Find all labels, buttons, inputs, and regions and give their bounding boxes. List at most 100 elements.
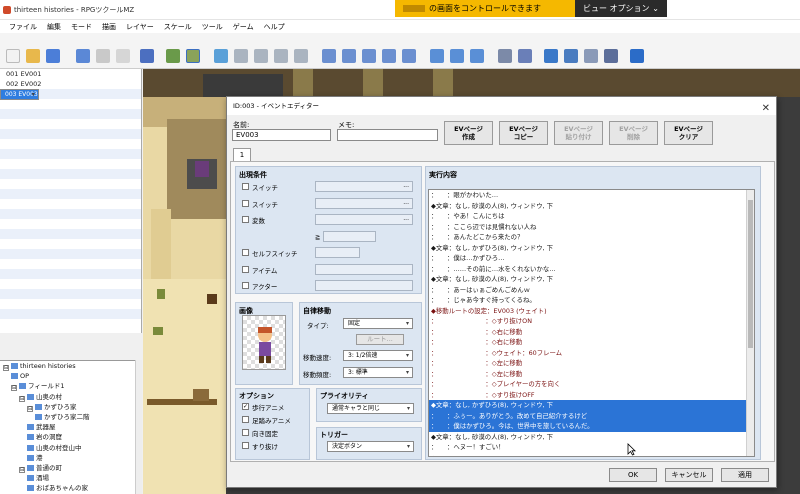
event-list-empty-row[interactable]: [0, 179, 141, 189]
event-list-item[interactable]: 002 EV002: [0, 79, 141, 89]
switch1-checkbox[interactable]: [242, 183, 249, 190]
event-list-item[interactable]: 003 EV003: [0, 89, 39, 100]
page-button-2[interactable]: EVページ 貼り付け: [554, 121, 603, 145]
command-line[interactable]: ： ：◇すり抜けOFF: [429, 390, 754, 401]
map-tree-item[interactable]: OP: [0, 371, 141, 381]
command-list-scrollbar[interactable]: [746, 190, 754, 456]
command-line[interactable]: ◆文章：なし, 砂漠の人(8), ウィンドウ, 下: [429, 274, 754, 285]
view-options-button[interactable]: ビュー オプション ⌄: [575, 0, 667, 17]
plugin-manager-icon[interactable]: [518, 49, 532, 63]
command-line[interactable]: ◆: [429, 453, 754, 457]
open-project-icon[interactable]: [26, 49, 40, 63]
event-list-empty-row[interactable]: [0, 309, 141, 319]
event-list-empty-row[interactable]: [0, 229, 141, 239]
ok-button[interactable]: OK: [609, 468, 657, 482]
event-list-empty-row[interactable]: [0, 199, 141, 209]
event-list-empty-row[interactable]: [0, 149, 141, 159]
command-line[interactable]: ： ：あーはぃぁごめんごめんｗ: [429, 285, 754, 296]
event-name-field[interactable]: EV003: [232, 129, 331, 141]
move-frequency-select[interactable]: 3: 標準: [343, 367, 413, 378]
new-project-icon[interactable]: [6, 49, 20, 63]
command-line[interactable]: ： ：ふぅー。ありがとう。改めて自己紹介するけど: [429, 410, 754, 421]
rectangle-icon[interactable]: [342, 49, 356, 63]
cancel-button[interactable]: キャンセル: [665, 468, 713, 482]
command-line[interactable]: ◆文章：なし, 砂漠の人(8), ウィンドウ, 下: [429, 201, 754, 212]
command-line[interactable]: ： ：◇左に移動: [429, 358, 754, 369]
shadow-pen-icon[interactable]: [402, 49, 416, 63]
variable-value-spinner[interactable]: [323, 231, 376, 242]
page-button-0[interactable]: EVページ 作成: [444, 121, 493, 145]
save-project-icon[interactable]: [46, 49, 60, 63]
route-button[interactable]: ルート...: [356, 334, 404, 345]
move-speed-select[interactable]: 3: 1/2倍速: [343, 350, 413, 361]
map-tree-scrollbar[interactable]: [135, 360, 142, 494]
item-select[interactable]: [315, 264, 413, 275]
command-line[interactable]: ： ：◇ウェイト：60フレーム: [429, 348, 754, 359]
menu-item-6[interactable]: ツール: [197, 20, 228, 33]
map-tree-item[interactable]: ⊟ 普通の町: [0, 463, 141, 473]
layer-1-icon[interactable]: [214, 49, 228, 63]
command-line[interactable]: ： ：◇左に移動: [429, 369, 754, 380]
command-line[interactable]: ： ：◇プレイヤーの方を向く: [429, 379, 754, 390]
fill-icon[interactable]: [382, 49, 396, 63]
stepping-anim-checkbox[interactable]: [242, 416, 249, 423]
layer-4-icon[interactable]: [274, 49, 288, 63]
map-tree-item[interactable]: 岩の洞窟: [0, 432, 141, 442]
expand-toggle-icon[interactable]: ⊟: [19, 395, 25, 402]
command-line[interactable]: ： ：あんたどこから来たの？: [429, 232, 754, 243]
event-list-empty-row[interactable]: [0, 99, 141, 109]
item-checkbox[interactable]: [242, 266, 249, 273]
page-button-1[interactable]: EVページ コピー: [499, 121, 548, 145]
event-list-empty-row[interactable]: [0, 299, 141, 309]
walking-anim-checkbox[interactable]: ✓: [242, 403, 249, 410]
event-list-empty-row[interactable]: [0, 289, 141, 299]
command-line[interactable]: ： ：……その前に…水をくれないかな…: [429, 264, 754, 275]
map-tree-item[interactable]: 港: [0, 453, 141, 463]
variable-browse[interactable]: ...: [403, 215, 409, 222]
close-icon[interactable]: ✕: [762, 100, 770, 118]
self-switch-select[interactable]: [315, 247, 360, 258]
through-checkbox[interactable]: [242, 442, 249, 449]
command-list[interactable]: ： ：眼がかわいた… ◆文章：なし, 砂漠の人(8), ウィンドウ, 下： ：やあ…: [428, 189, 755, 457]
variable-field[interactable]: ...: [315, 214, 413, 225]
trigger-select[interactable]: 決定ボタン: [327, 441, 414, 452]
page-button-4[interactable]: EVページ クリア: [664, 121, 713, 145]
command-line[interactable]: ： ：僕は…かずひろ…: [429, 253, 754, 264]
expand-toggle-icon[interactable]: ⊟: [11, 385, 17, 392]
playtest-icon[interactable]: [630, 49, 644, 63]
resource-manager-icon[interactable]: [584, 49, 598, 63]
menu-item-7[interactable]: ゲーム: [228, 20, 259, 33]
ellipse-icon[interactable]: [362, 49, 376, 63]
expand-toggle-icon[interactable]: ⊟: [3, 365, 9, 371]
menu-item-0[interactable]: ファイル: [4, 20, 42, 33]
menu-item-2[interactable]: モード: [66, 20, 97, 33]
undo-icon[interactable]: [140, 49, 154, 63]
layer-3-icon[interactable]: [254, 49, 268, 63]
map-tree-item[interactable]: 酒場: [0, 473, 141, 483]
move-type-select[interactable]: 固定: [343, 318, 413, 329]
event-list-empty-row[interactable]: [0, 209, 141, 219]
command-line[interactable]: ： ：眼がかわいた…: [429, 190, 754, 201]
event-list-empty-row[interactable]: [0, 129, 141, 139]
command-line[interactable]: ◆文章：なし, かずひろ(8), ウィンドウ, 下: [429, 400, 754, 411]
copy-icon[interactable]: [96, 49, 110, 63]
command-line[interactable]: ： ：◇右に移動: [429, 337, 754, 348]
command-line[interactable]: ◆移動ルートの設定：EV003 (ウェイト): [429, 306, 754, 317]
zoom-in-icon[interactable]: [430, 49, 444, 63]
map-tree-item[interactable]: かずひろ家二階: [0, 412, 141, 422]
tab-page-1[interactable]: 1: [233, 148, 251, 162]
switch2-checkbox[interactable]: [242, 200, 249, 207]
event-list-empty-row[interactable]: [0, 249, 141, 259]
actor-select[interactable]: [315, 280, 413, 291]
page-button-3[interactable]: EVページ 削除: [609, 121, 658, 145]
event-list-empty-row[interactable]: [0, 189, 141, 199]
event-list-empty-row[interactable]: [0, 139, 141, 149]
map-tree-item[interactable]: ⊟ 山奥の村: [0, 392, 141, 402]
direction-fix-checkbox[interactable]: [242, 429, 249, 436]
region-layer-icon[interactable]: [294, 49, 308, 63]
map-mode-icon[interactable]: [166, 49, 180, 63]
memo-field[interactable]: [337, 129, 438, 141]
menu-item-5[interactable]: スケール: [159, 20, 197, 33]
map-tree-item[interactable]: 武器屋: [0, 422, 141, 432]
menu-item-4[interactable]: レイヤー: [121, 20, 159, 33]
